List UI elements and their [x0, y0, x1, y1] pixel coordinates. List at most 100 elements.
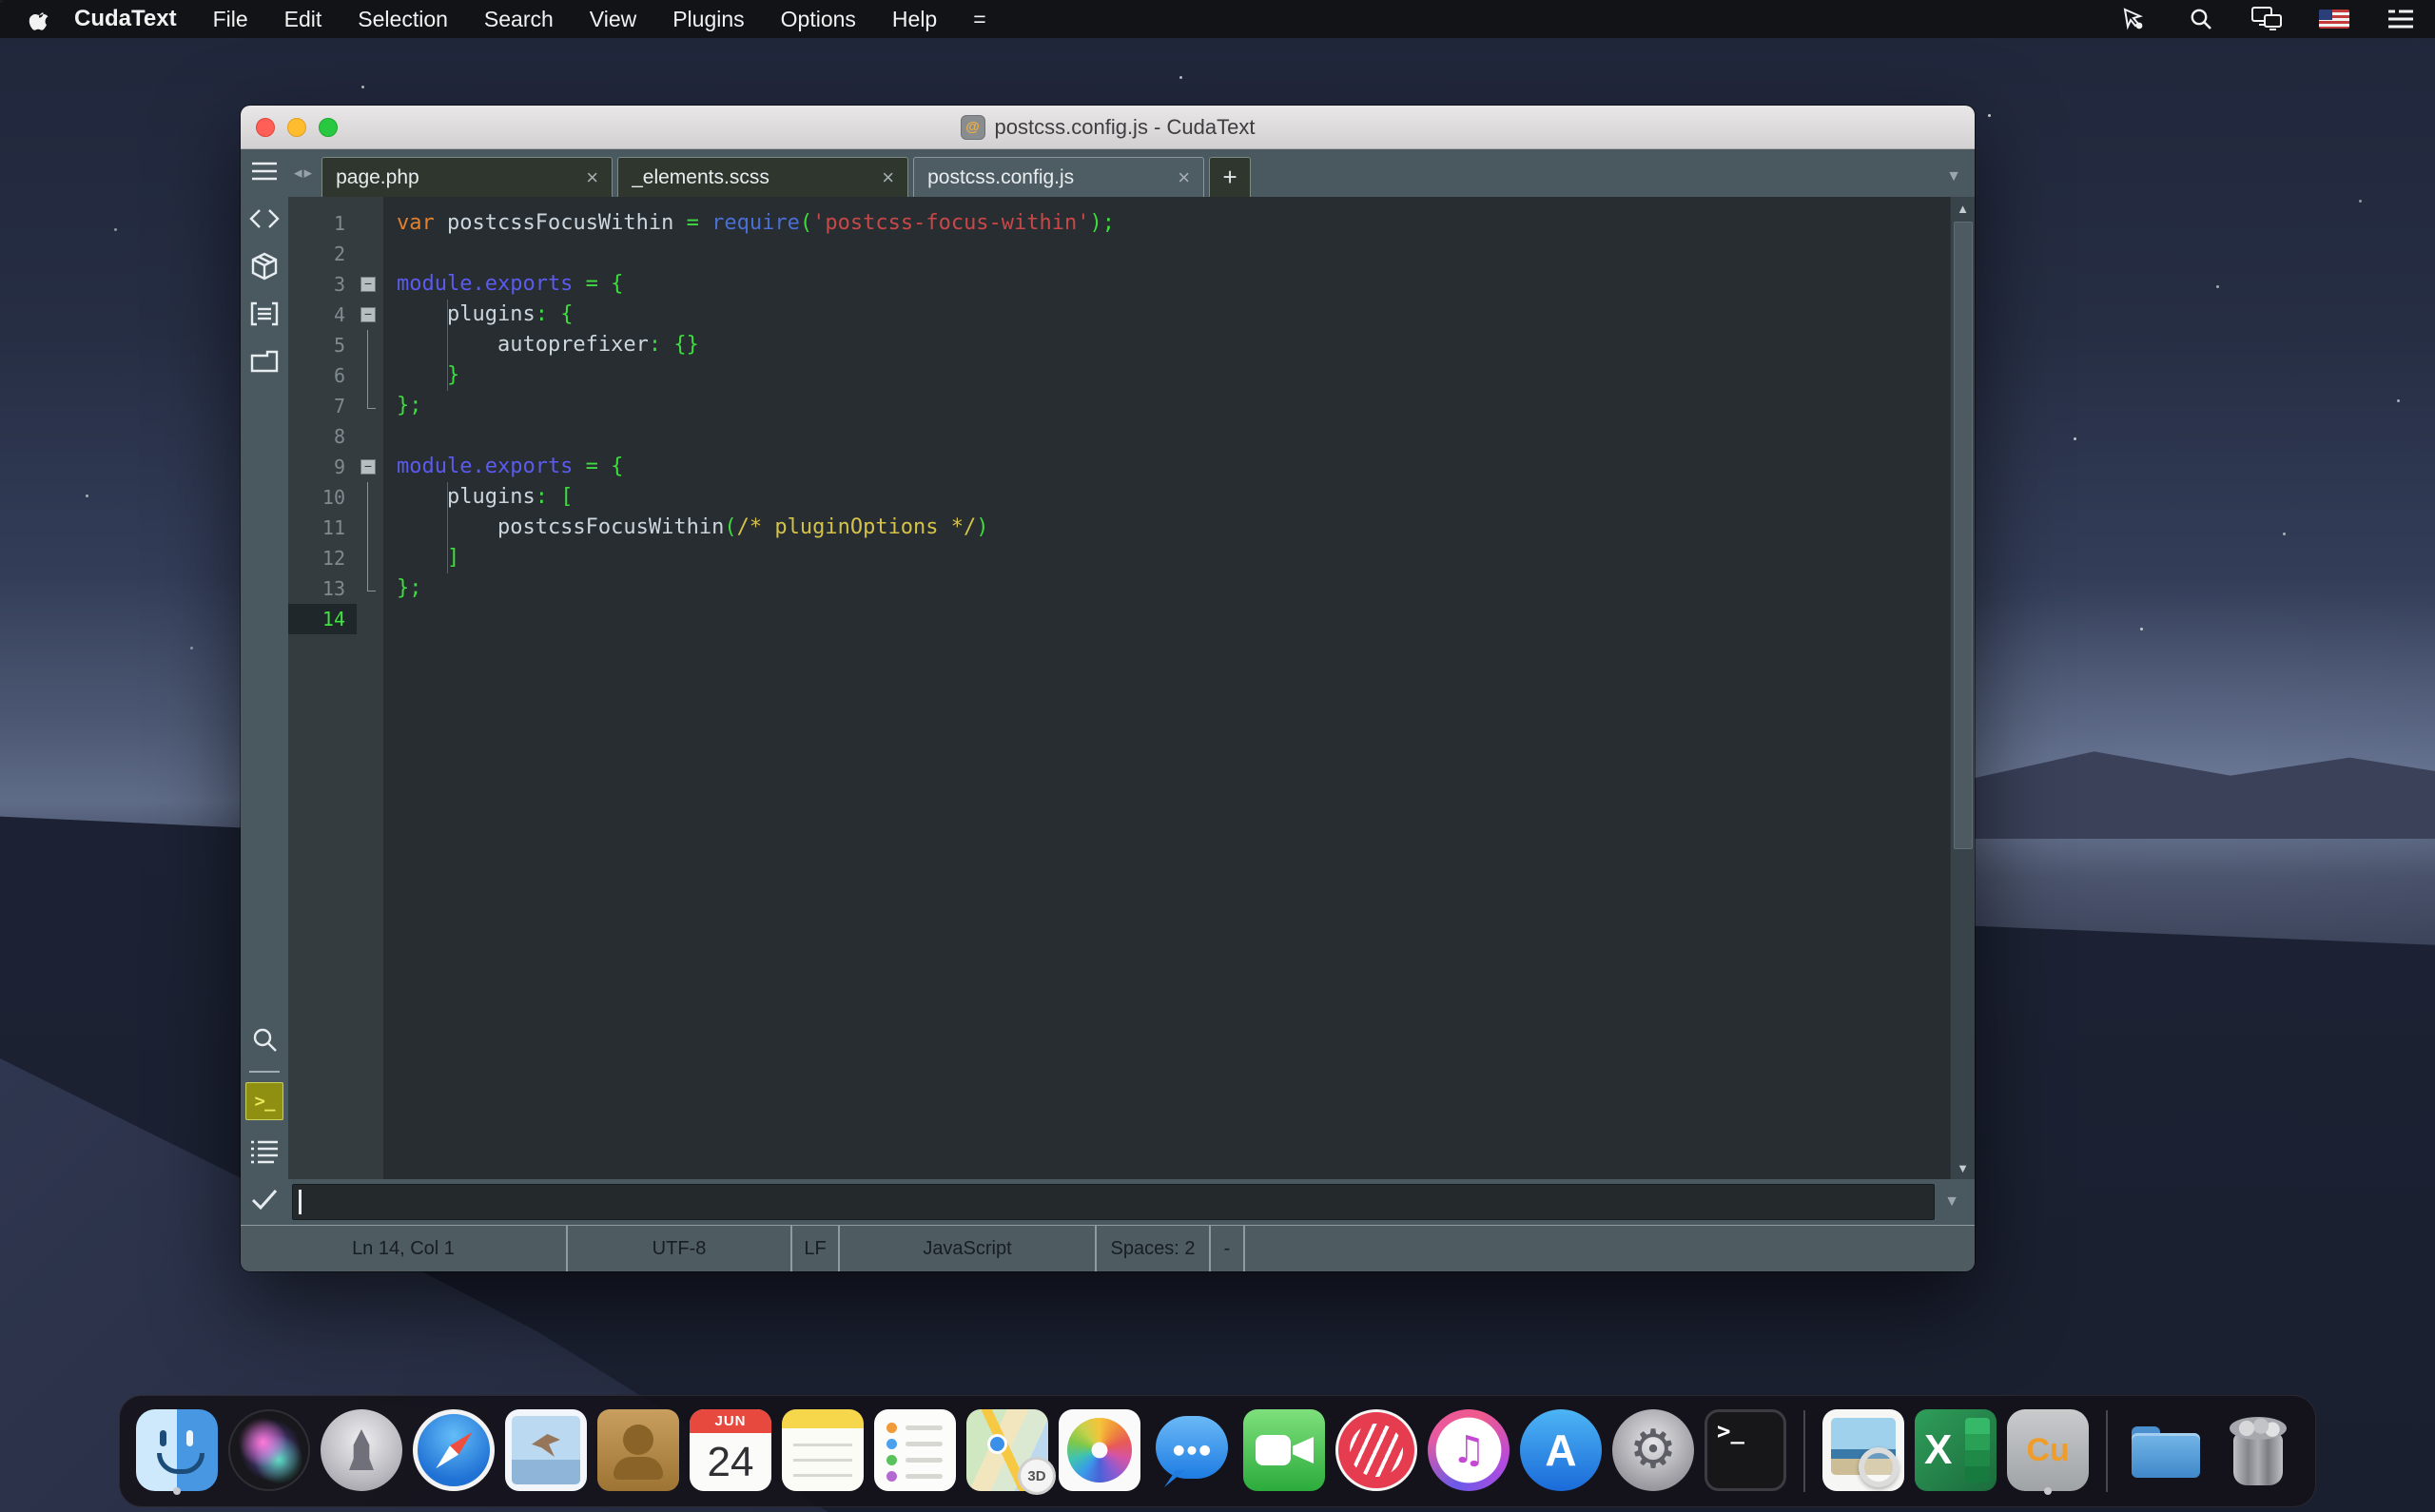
vertical-scrollbar[interactable]: ▲ ▼ — [1950, 197, 1975, 1179]
menu-item-options[interactable]: Options — [781, 7, 856, 32]
tab-close-icon[interactable]: × — [1168, 165, 1190, 190]
code-line-6[interactable]: 6 } — [288, 360, 1950, 391]
fold-marker[interactable]: − — [357, 300, 383, 330]
menu-icon[interactable] — [241, 149, 288, 193]
code-line-12[interactable]: 12 ] — [288, 543, 1950, 573]
dock-safari-icon[interactable] — [412, 1405, 496, 1497]
output-icon[interactable] — [241, 1130, 288, 1173]
code-line-4[interactable]: 4− plugins: { — [288, 300, 1950, 330]
code-line-13[interactable]: 13}; — [288, 573, 1950, 604]
displays-icon[interactable] — [2250, 5, 2285, 33]
dock-excel-icon[interactable]: X — [1914, 1405, 1997, 1497]
dock-contacts-icon[interactable] — [596, 1405, 680, 1497]
tab-scroll-arrows[interactable]: ◂▸ — [294, 149, 312, 197]
scroll-down-icon[interactable]: ▼ — [1957, 1156, 1969, 1179]
status-cell-tab-size[interactable]: Spaces: 2 — [1097, 1226, 1211, 1271]
search-icon[interactable] — [2184, 5, 2218, 33]
pointer-icon[interactable] — [2117, 5, 2152, 33]
dock-facetime-icon[interactable] — [1242, 1405, 1326, 1497]
dock-notes-icon[interactable] — [781, 1405, 865, 1497]
menu-item-plugins[interactable]: Plugins — [672, 7, 744, 32]
status-cell-wrap[interactable]: - — [1211, 1226, 1245, 1271]
code-line-10[interactable]: 10 plugins: [ — [288, 482, 1950, 513]
line-number: 12 — [288, 543, 357, 573]
code-line-5[interactable]: 5 autoprefixer: {} — [288, 330, 1950, 360]
menu-item-selection[interactable]: Selection — [358, 7, 448, 32]
code-lines[interactable]: 1var postcssFocusWithin = require('postc… — [288, 208, 1950, 634]
menu-item-edit[interactable]: Edit — [284, 7, 322, 32]
dock-appstore-icon[interactable] — [1519, 1405, 1603, 1497]
scrollbar-thumb[interactable] — [1954, 222, 1973, 849]
menu-item-help[interactable]: Help — [892, 7, 937, 32]
dock-cudatext-icon[interactable]: Cu — [2006, 1405, 2090, 1497]
dock-sysprefs-icon[interactable] — [1611, 1405, 1695, 1497]
editor[interactable]: 1var postcssFocusWithin = require('postc… — [288, 197, 1975, 1179]
new-tab-button[interactable]: + — [1209, 157, 1251, 197]
console-input[interactable] — [292, 1184, 1935, 1220]
status-cell-encoding[interactable]: UTF-8 — [568, 1226, 792, 1271]
dock-launchpad-icon[interactable] — [320, 1405, 403, 1497]
dock-trash-icon[interactable] — [2216, 1405, 2300, 1497]
menu-item-view[interactable]: View — [590, 7, 636, 32]
code-line-7[interactable]: 7}; — [288, 391, 1950, 421]
status-cell-lexer[interactable]: JavaScript — [840, 1226, 1097, 1271]
cudatext-logo-glyph: Cu — [2007, 1409, 2089, 1491]
title-bar[interactable]: @ postcss.config.js - CudaText — [241, 106, 1975, 149]
dock-finder-icon[interactable] — [135, 1405, 219, 1497]
validate-icon[interactable] — [241, 1177, 288, 1221]
search-icon[interactable] — [241, 1018, 288, 1061]
tab-postcss-config-js[interactable]: postcss.config.js× — [913, 157, 1204, 197]
status-cell-caret[interactable]: Ln 14, Col 1 — [241, 1226, 568, 1271]
console-dropdown-icon[interactable]: ▼ — [1935, 1193, 1969, 1211]
status-cell-line-ends[interactable]: LF — [792, 1226, 840, 1271]
dock-calendar-icon[interactable]: JUN24 — [689, 1405, 772, 1497]
list-icon[interactable] — [2384, 5, 2418, 33]
tab-list-dropdown-icon[interactable]: ▼ — [1946, 168, 1961, 185]
sidebar: >_ — [241, 149, 288, 1225]
code-line-9[interactable]: 9−module.exports = { — [288, 452, 1950, 482]
dock-itunes-icon[interactable] — [1427, 1405, 1510, 1497]
tab-close-icon[interactable]: × — [872, 165, 894, 190]
dock-photos-icon[interactable] — [1058, 1405, 1141, 1497]
fold-marker[interactable]: − — [357, 269, 383, 300]
dock-news-icon[interactable] — [1334, 1405, 1418, 1497]
close-button[interactable] — [256, 118, 275, 137]
package-icon[interactable] — [241, 244, 288, 288]
menu-item-search[interactable]: Search — [484, 7, 554, 32]
tab-page-php[interactable]: page.php× — [321, 157, 613, 197]
menu-item-file[interactable]: File — [213, 7, 248, 32]
dock-mail-icon[interactable] — [504, 1405, 588, 1497]
menu-item-[interactable]: = — [973, 7, 985, 32]
snippets-icon[interactable] — [241, 292, 288, 336]
code-line-14[interactable]: 14 — [288, 604, 1950, 634]
dock-messages-icon[interactable] — [1150, 1405, 1234, 1497]
code-line-11[interactable]: 11 postcssFocusWithin(/* pluginOptions *… — [288, 513, 1950, 543]
scroll-up-icon[interactable]: ▲ — [1957, 197, 1969, 220]
code-line-1[interactable]: 1var postcssFocusWithin = require('postc… — [288, 208, 1950, 239]
dock-folder-icon[interactable] — [2124, 1405, 2208, 1497]
tab-scroll-left-icon: ◂ — [294, 164, 302, 183]
code-line-8[interactable]: 8 — [288, 421, 1950, 452]
dock-preview-icon[interactable] — [1821, 1405, 1905, 1497]
line-number: 11 — [288, 513, 357, 543]
cudatext-window: @ postcss.config.js - CudaText — [241, 106, 1975, 1271]
code-pane[interactable]: 1var postcssFocusWithin = require('postc… — [288, 197, 1950, 1179]
keyboard-flag-icon[interactable] — [2317, 5, 2351, 33]
dock-maps-icon[interactable]: 3D — [965, 1405, 1049, 1497]
minimize-button[interactable] — [287, 118, 306, 137]
dock-terminal-icon[interactable]: >_ — [1704, 1405, 1787, 1497]
console-icon[interactable]: >_ — [245, 1082, 283, 1120]
active-app-name[interactable]: CudaText — [74, 6, 177, 32]
tabs-panel-icon[interactable] — [241, 339, 288, 383]
code-line-3[interactable]: 3−module.exports = { — [288, 269, 1950, 300]
dock-siri-icon[interactable] — [227, 1405, 311, 1497]
zoom-button[interactable] — [319, 118, 338, 137]
apple-logo-icon[interactable] — [17, 7, 61, 31]
code-line-2[interactable]: 2 — [288, 239, 1950, 269]
tab--elements-scss[interactable]: _elements.scss× — [617, 157, 908, 197]
dock-reminders-icon[interactable] — [873, 1405, 957, 1497]
tab-close-icon[interactable]: × — [576, 165, 598, 190]
terminal-logo-glyph: >_ — [1717, 1418, 1744, 1444]
fold-marker[interactable]: − — [357, 452, 383, 482]
code-tree-icon[interactable] — [241, 197, 288, 241]
